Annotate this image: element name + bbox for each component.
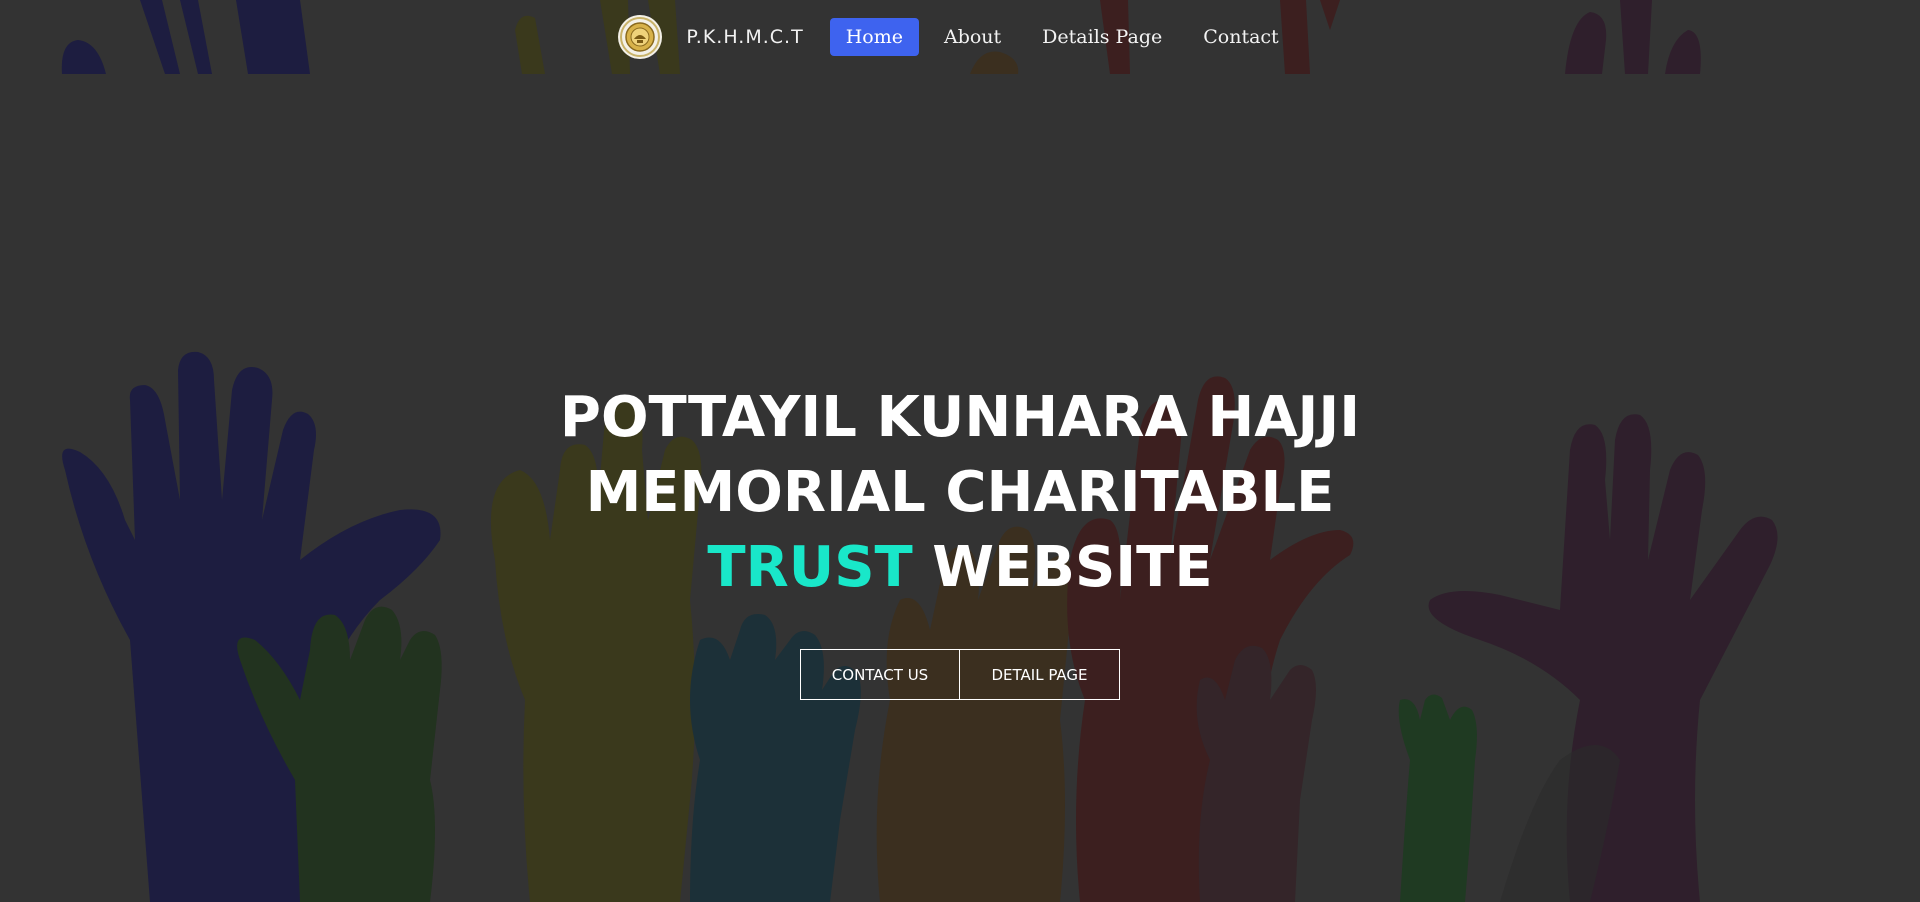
seal-logo-icon[interactable] [618, 15, 663, 59]
hero-title: POTTAYIL KUNHARA HAJJI MEMORIAL CHARITAB… [0, 380, 1920, 605]
nav-link-details-page[interactable]: Details Page [1026, 18, 1178, 56]
brand-name[interactable]: P.K.H.M.C.T [686, 26, 803, 48]
hero-section: POTTAYIL KUNHARA HAJJI MEMORIAL CHARITAB… [0, 380, 1920, 700]
top-navbar: P.K.H.M.C.T Home About Details Page Cont… [0, 0, 1920, 74]
nav-link-home[interactable]: Home [829, 18, 919, 56]
page-root: P.K.H.M.C.T Home About Details Page Cont… [0, 0, 1920, 902]
hero-buttons: CONTACT US DETAIL PAGE [0, 649, 1920, 700]
hero-title-line-1: POTTAYIL KUNHARA HAJJI [559, 385, 1361, 450]
detail-page-button[interactable]: DETAIL PAGE [959, 649, 1120, 700]
nav-link-contact[interactable]: Contact [1187, 18, 1294, 56]
hero-title-accent: TRUST [707, 535, 913, 600]
nav-link-about[interactable]: About [928, 18, 1017, 56]
seal-logo-graphic [620, 17, 661, 57]
contact-us-button[interactable]: CONTACT US [800, 649, 960, 700]
hero-title-line-2: MEMORIAL CHARITABLE [585, 460, 1335, 525]
hero-title-rest: WEBSITE [932, 535, 1213, 600]
navbar-inner: P.K.H.M.C.T Home About Details Page Cont… [618, 0, 1303, 74]
